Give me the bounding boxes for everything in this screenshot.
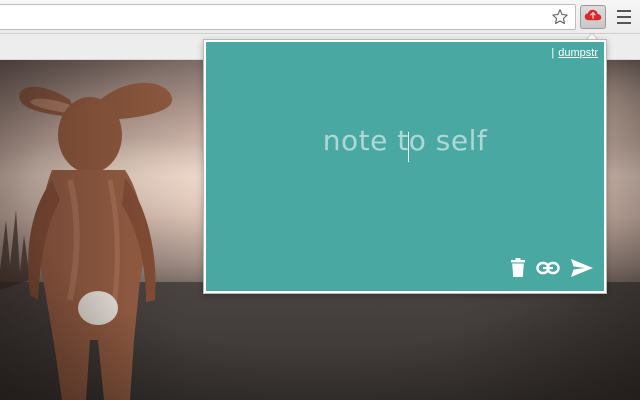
brand-header: | dumpstr bbox=[551, 47, 598, 59]
bookmark-star-icon[interactable] bbox=[549, 6, 571, 28]
dumpstr-cloud-icon bbox=[584, 8, 602, 27]
brand-separator: | bbox=[551, 47, 555, 59]
trash-icon[interactable] bbox=[510, 258, 526, 278]
send-icon[interactable] bbox=[570, 258, 594, 278]
link-icon[interactable] bbox=[536, 261, 560, 275]
address-bar[interactable] bbox=[0, 4, 576, 30]
dumpstr-popup: | dumpstr note to self bbox=[203, 39, 607, 294]
note-textarea[interactable]: | dumpstr note to self bbox=[206, 42, 604, 291]
note-actions bbox=[510, 258, 594, 278]
note-placeholder: note to self bbox=[322, 124, 488, 157]
browser-toolbar bbox=[0, 0, 640, 34]
hamburger-menu-icon[interactable] bbox=[614, 8, 634, 26]
dumpstr-extension-button[interactable] bbox=[580, 5, 606, 29]
dumpstr-link[interactable]: dumpstr bbox=[558, 47, 598, 59]
text-caret bbox=[408, 132, 409, 162]
